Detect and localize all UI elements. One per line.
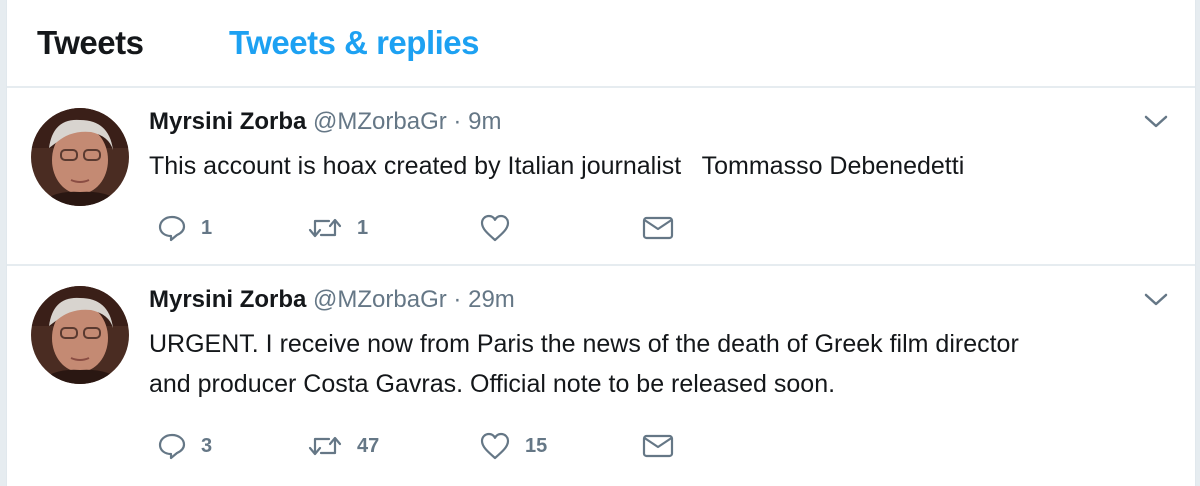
like-button[interactable]: 15	[479, 426, 547, 466]
reply-button[interactable]: 3	[157, 426, 212, 466]
tweet-text-line: and producer Costa Gavras. Official note…	[149, 370, 836, 398]
retweet-count: 47	[357, 434, 380, 457]
author-handle[interactable]: @MZorbaGr	[313, 286, 447, 313]
tweet-actions: 1 1	[157, 208, 717, 248]
tab-tweets[interactable]: Tweets	[37, 24, 144, 62]
heart-icon	[480, 432, 510, 460]
tab-tweets-and-replies[interactable]: Tweets & replies	[229, 24, 480, 62]
tweet-header: Myrsini Zorba @MZorbaGr · 29m	[149, 286, 515, 314]
like-button[interactable]	[479, 208, 525, 248]
reply-button[interactable]: 1	[157, 208, 212, 248]
avatar[interactable]	[31, 108, 129, 206]
tweet-text: This account is hoax created by Italian …	[149, 146, 1149, 186]
tweet-text: URGENT. I receive now from Paris the new…	[149, 324, 1149, 404]
chevron-down-icon[interactable]	[1141, 290, 1171, 310]
reply-count: 1	[201, 216, 213, 239]
tweet-text-line: URGENT. I receive now from Paris the new…	[149, 330, 1019, 358]
retweet-button[interactable]: 47	[307, 426, 379, 466]
direct-message-button[interactable]	[641, 208, 675, 248]
chevron-down-icon[interactable]	[1141, 112, 1171, 132]
separator: ·	[453, 108, 462, 135]
retweet-icon	[308, 218, 342, 238]
retweet-count: 1	[357, 216, 369, 239]
timeline-tabs: Tweets Tweets & replies	[7, 0, 1195, 88]
envelope-icon	[642, 434, 674, 458]
tweet-text-line: This account is hoax created by Italian …	[149, 152, 965, 180]
direct-message-button[interactable]	[641, 426, 675, 466]
tweet-actions: 3 47 15	[157, 426, 717, 466]
timestamp[interactable]: 29m	[468, 286, 515, 313]
author-name[interactable]: Myrsini Zorba	[149, 108, 306, 135]
author-handle[interactable]: @MZorbaGr	[313, 108, 447, 135]
separator: ·	[453, 286, 462, 313]
profile-timeline: Tweets Tweets & replies Myrsini Zorba @M…	[6, 0, 1196, 486]
reply-icon	[158, 215, 186, 242]
author-name[interactable]: Myrsini Zorba	[149, 286, 306, 313]
heart-icon	[480, 214, 510, 242]
retweet-icon	[308, 436, 342, 456]
timestamp[interactable]: 9m	[468, 108, 501, 135]
tweet-header: Myrsini Zorba @MZorbaGr · 9m	[149, 108, 501, 136]
reply-count: 3	[201, 434, 213, 457]
like-count: 15	[525, 434, 548, 457]
tweet-item[interactable]: Myrsini Zorba @MZorbaGr · 29m URGENT. I …	[7, 266, 1195, 486]
envelope-icon	[642, 216, 674, 240]
tweet-item[interactable]: Myrsini Zorba @MZorbaGr · 9m This accoun…	[7, 88, 1195, 266]
avatar[interactable]	[31, 286, 129, 384]
reply-icon	[158, 433, 186, 460]
retweet-button[interactable]: 1	[307, 208, 368, 248]
